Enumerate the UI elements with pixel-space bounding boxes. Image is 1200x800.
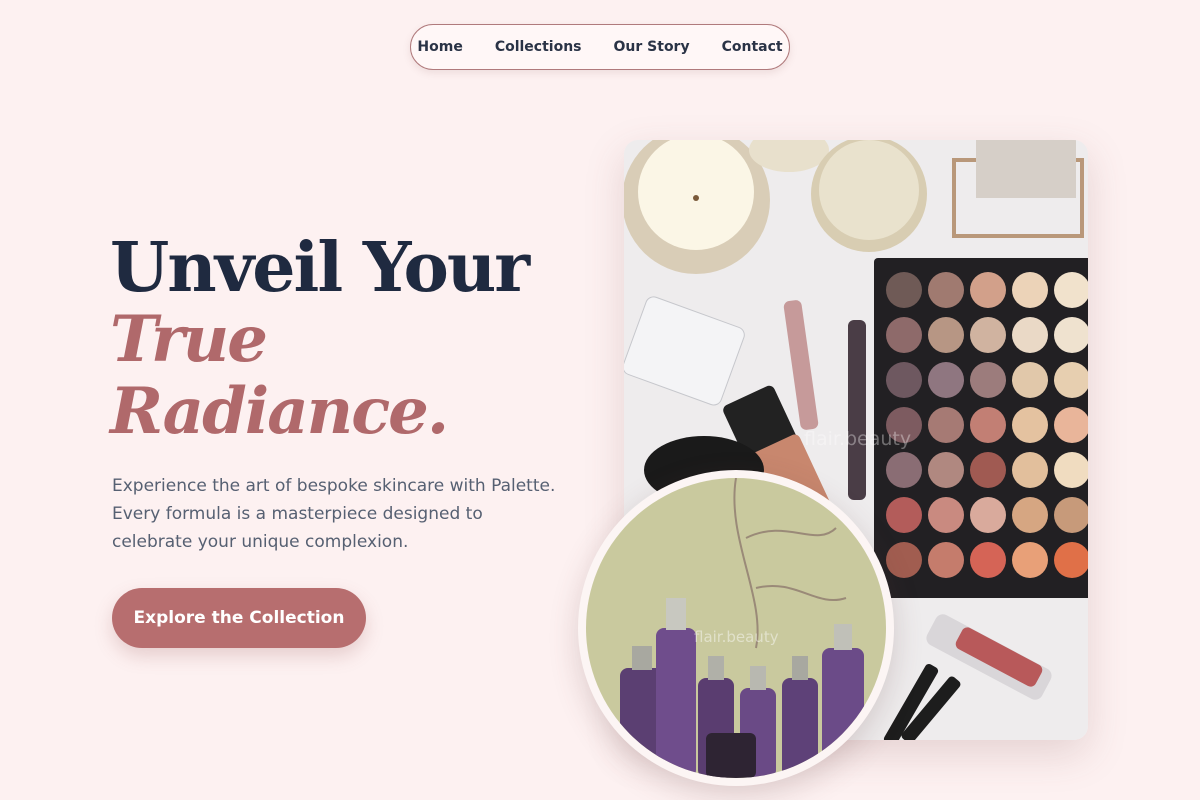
eyeshadow-swatch xyxy=(928,272,964,308)
eyeshadow-swatch xyxy=(1012,362,1048,398)
eyeshadow-swatch xyxy=(886,272,922,308)
eyeshadow-swatch xyxy=(1012,317,1048,353)
eyeshadow-swatch xyxy=(970,407,1006,443)
eyeshadow-swatch xyxy=(928,317,964,353)
eyeshadow-swatch xyxy=(928,407,964,443)
circle-image-watermark: flair.beauty xyxy=(694,628,779,646)
eyeshadow-swatch xyxy=(970,542,1006,578)
top-nav: Home Collections Our Story Contact xyxy=(410,24,790,70)
nav-contact-link[interactable]: Contact xyxy=(722,39,783,55)
eyeshadow-swatch xyxy=(886,452,922,488)
eyeshadow-swatch xyxy=(886,497,922,533)
eyeshadow-swatch xyxy=(928,452,964,488)
hero-description-line: Every formula is a masterpiece designed … xyxy=(112,504,483,524)
nav-collections-link[interactable]: Collections xyxy=(495,39,582,55)
hero-title-line2: True xyxy=(110,302,268,377)
eyeshadow-swatch xyxy=(886,542,922,578)
hero-description: Experience the art of bespoke skincare w… xyxy=(112,472,572,556)
eyeshadow-swatch xyxy=(928,542,964,578)
nav-home-link[interactable]: Home xyxy=(417,39,462,55)
hero-title-line3: Radiance. xyxy=(110,374,449,449)
eyeshadow-swatch xyxy=(886,317,922,353)
explore-collection-button[interactable]: Explore the Collection xyxy=(112,588,366,648)
skincare-bottles-frame: flair.beauty xyxy=(586,478,886,778)
eyeshadow-swatch xyxy=(970,497,1006,533)
eyeshadow-swatch xyxy=(970,362,1006,398)
hero-description-line: celebrate your unique complexion. xyxy=(112,532,409,552)
eyeshadow-swatch xyxy=(970,452,1006,488)
hero-title: Unveil Your True Radiance. xyxy=(110,232,580,448)
eyeshadow-swatch xyxy=(928,362,964,398)
main-image-watermark: flair.beauty xyxy=(804,428,912,450)
eyeshadow-swatch xyxy=(970,317,1006,353)
eyeshadow-swatch xyxy=(970,272,1006,308)
eyeshadow-swatch xyxy=(928,497,964,533)
eyeshadow-swatch xyxy=(1012,272,1048,308)
eyeshadow-swatch xyxy=(886,362,922,398)
eyeshadow-swatch xyxy=(1012,407,1048,443)
eyeshadow-swatch xyxy=(1012,497,1048,533)
eyeshadow-swatch xyxy=(1012,452,1048,488)
hero-title-line1: Unveil Your xyxy=(110,228,530,308)
hero-description-line: Experience the art of bespoke skincare w… xyxy=(112,476,556,496)
eyeshadow-swatch xyxy=(1012,542,1048,578)
skincare-bottles-image: flair.beauty xyxy=(578,470,894,786)
nav-our-story-link[interactable]: Our Story xyxy=(614,39,690,55)
